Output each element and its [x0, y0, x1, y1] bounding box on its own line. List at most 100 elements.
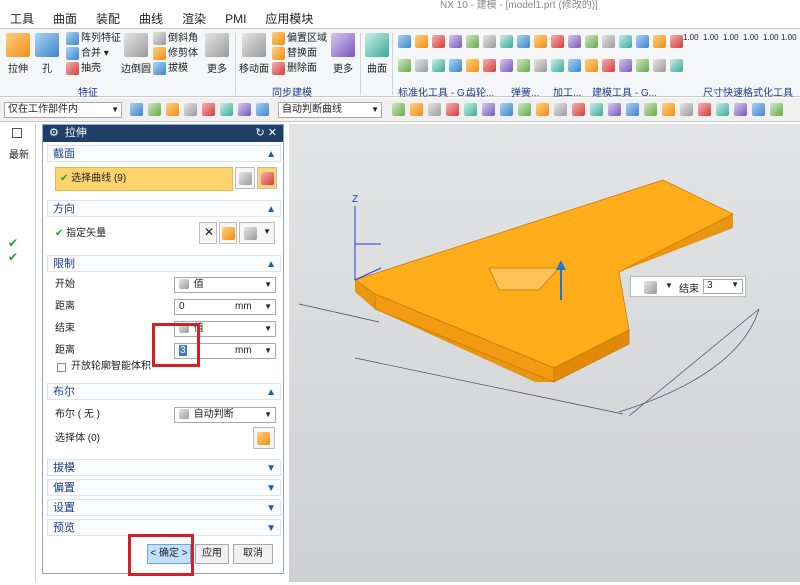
- more-features-button[interactable]: 更多: [204, 33, 230, 75]
- chevron-down-icon[interactable]: ▼: [266, 520, 276, 537]
- toolbar-icon[interactable]: [518, 103, 531, 116]
- trim-body-button[interactable]: 修剪体: [153, 47, 198, 61]
- toolbar-icon[interactable]: [256, 103, 269, 116]
- chevron-down-icon[interactable]: ▼: [266, 460, 276, 477]
- toolbar-icon[interactable]: [770, 103, 783, 116]
- tool-icon[interactable]: [432, 35, 445, 48]
- delete-face-button[interactable]: 删除面: [272, 62, 317, 76]
- boolean-header[interactable]: 布尔 ▲: [47, 383, 281, 400]
- tool-icon[interactable]: [636, 59, 649, 72]
- tool-icon[interactable]: [670, 59, 683, 72]
- tool-icon[interactable]: [449, 59, 462, 72]
- chevron-up-icon[interactable]: ▲: [266, 256, 276, 273]
- tool-icon[interactable]: [534, 35, 547, 48]
- close-icon[interactable]: ✕: [268, 127, 277, 139]
- limits-header[interactable]: 限制 ▲: [47, 255, 281, 272]
- gear-icon[interactable]: ⚙: [49, 127, 59, 139]
- vector-dialog-button[interactable]: [219, 222, 237, 244]
- tool-icon[interactable]: [500, 59, 513, 72]
- chevron-down-icon[interactable]: ▼: [266, 500, 276, 517]
- tool-icon[interactable]: [483, 59, 496, 72]
- vector-dropdown[interactable]: ▼: [239, 222, 275, 244]
- toolbar-icon[interactable]: [626, 103, 639, 116]
- hole-button[interactable]: 孔: [34, 33, 60, 75]
- tool-icon[interactable]: [466, 59, 479, 72]
- more-sync-button[interactable]: 更多: [330, 33, 356, 75]
- chevron-up-icon[interactable]: ▲: [266, 384, 276, 401]
- reset-icon[interactable]: ↻: [256, 127, 265, 139]
- move-face-button[interactable]: 移动面: [238, 33, 270, 75]
- apply-button[interactable]: 应用: [195, 544, 229, 564]
- menu-surface[interactable]: 曲面: [43, 10, 86, 28]
- toolbar-icon[interactable]: [752, 103, 765, 116]
- dim-label[interactable]: 1.00: [683, 31, 699, 45]
- chevron-down-icon[interactable]: ▼: [665, 281, 673, 290]
- toolbar-icon[interactable]: [536, 103, 549, 116]
- toolbar-icon[interactable]: [464, 103, 477, 116]
- toolbar-icon[interactable]: [554, 103, 567, 116]
- tool-icon[interactable]: [432, 59, 445, 72]
- tool-icon[interactable]: [551, 59, 564, 72]
- toolbar-icon[interactable]: [130, 103, 143, 116]
- toolbar-icon[interactable]: [446, 103, 459, 116]
- toolbar-icon[interactable]: [148, 103, 161, 116]
- tool-icon[interactable]: [619, 35, 632, 48]
- dim-label[interactable]: 1.00: [781, 31, 797, 45]
- pattern-feature-button[interactable]: 阵列特征: [66, 32, 121, 46]
- toolbar-icon[interactable]: [644, 103, 657, 116]
- window-icon[interactable]: [12, 128, 22, 138]
- offset-region-button[interactable]: 偏置区域: [272, 32, 327, 46]
- tool-icon[interactable]: [585, 59, 598, 72]
- start-distance-input[interactable]: 0 mm ▼: [174, 299, 276, 315]
- toolbar-icon[interactable]: [428, 103, 441, 116]
- tool-icon[interactable]: [636, 35, 649, 48]
- shell-button[interactable]: 抽壳: [66, 62, 101, 76]
- tool-icon[interactable]: [398, 35, 411, 48]
- tool-icon[interactable]: [517, 35, 530, 48]
- toolbar-icon[interactable]: [220, 103, 233, 116]
- tool-icon[interactable]: [602, 59, 615, 72]
- tool-icon[interactable]: [585, 35, 598, 48]
- tool-icon[interactable]: [449, 35, 462, 48]
- toolbar-icon[interactable]: [238, 103, 251, 116]
- menu-assembly[interactable]: 装配: [86, 10, 129, 28]
- dim-label[interactable]: 1.00: [763, 31, 779, 45]
- menu-tools[interactable]: 工具: [0, 10, 43, 28]
- tool-icon[interactable]: [517, 59, 530, 72]
- chamfer-button[interactable]: 倒斜角: [153, 32, 198, 46]
- toolbar-icon[interactable]: [680, 103, 693, 116]
- selection-filter-dropdown[interactable]: 仅在工作部件内 ▼: [4, 102, 122, 118]
- dim-label[interactable]: 1.00: [723, 31, 739, 45]
- cancel-button[interactable]: 取消: [233, 544, 273, 564]
- open-profile-checkbox[interactable]: [57, 363, 66, 372]
- offset-header[interactable]: 偏置 ▼: [47, 479, 281, 496]
- curve-rule-dropdown[interactable]: 自动判断曲线 ▼: [278, 102, 382, 118]
- tool-icon[interactable]: [653, 59, 666, 72]
- menu-render[interactable]: 渲染: [172, 10, 215, 28]
- tool-icon[interactable]: [415, 59, 428, 72]
- dim-label[interactable]: 1.00: [703, 31, 719, 45]
- graphics-window[interactable]: Z: [289, 124, 800, 582]
- tool-icon[interactable]: [653, 35, 666, 48]
- draft-header[interactable]: 拔模 ▼: [47, 459, 281, 476]
- chevron-up-icon[interactable]: ▲: [266, 146, 276, 163]
- chevron-down-icon[interactable]: ▼: [266, 480, 276, 497]
- unite-button[interactable]: 合并 ▾: [66, 47, 109, 61]
- toolbar-icon[interactable]: [166, 103, 179, 116]
- section-header[interactable]: 截面 ▲: [47, 145, 281, 162]
- settings-header[interactable]: 设置 ▼: [47, 499, 281, 516]
- select-body-button[interactable]: [253, 427, 275, 449]
- menu-curve[interactable]: 曲线: [129, 10, 172, 28]
- tool-icon[interactable]: [534, 59, 547, 72]
- toolbar-icon[interactable]: [698, 103, 711, 116]
- toolbar-icon[interactable]: [500, 103, 513, 116]
- edge-blend-button[interactable]: 边倒圆: [120, 33, 152, 75]
- tool-icon[interactable]: [602, 35, 615, 48]
- toolbar-icon[interactable]: [716, 103, 729, 116]
- mini-end-input[interactable]: 3 ▼: [703, 279, 743, 294]
- tool-icon[interactable]: [500, 35, 513, 48]
- toolbar-icon[interactable]: [392, 103, 405, 116]
- tool-icon[interactable]: [398, 59, 411, 72]
- dim-label[interactable]: 1.00: [743, 31, 759, 45]
- replace-face-button[interactable]: 替换面: [272, 47, 317, 61]
